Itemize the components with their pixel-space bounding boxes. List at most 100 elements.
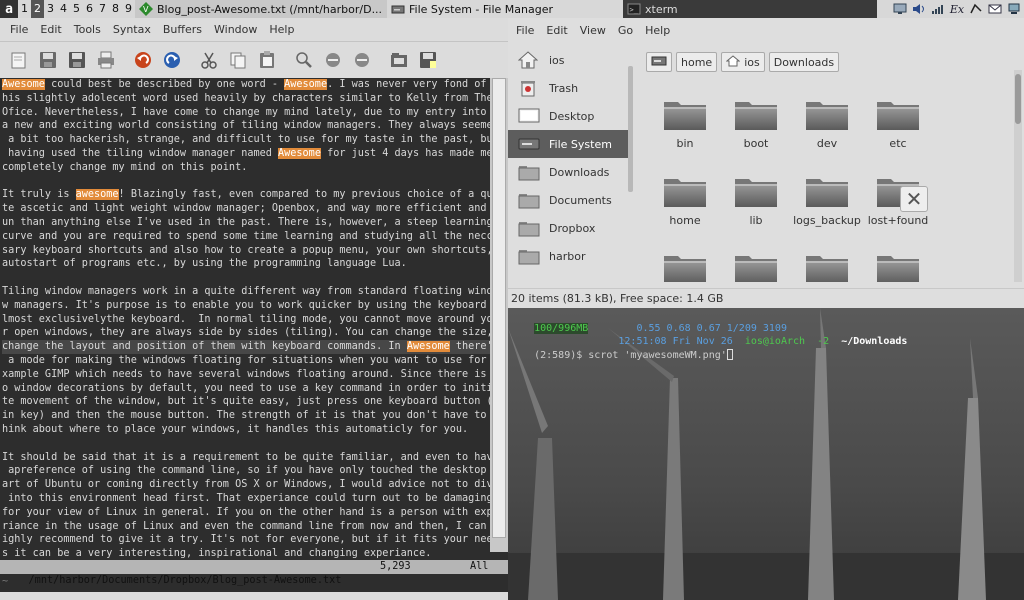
keyboard-icon[interactable]	[968, 2, 984, 17]
tag-1[interactable]: 1	[18, 0, 31, 18]
fm-scrollbar-thumb[interactable]	[1015, 74, 1021, 124]
open-icon[interactable]	[6, 47, 32, 73]
sidebar-item-trash[interactable]: Trash	[508, 74, 630, 102]
path-button-Downloads[interactable]: Downloads	[768, 52, 840, 72]
folder-item[interactable]: logs_backup	[793, 165, 861, 239]
menu-buffers[interactable]: Buffers	[157, 23, 208, 36]
tag-9[interactable]: 9	[122, 0, 135, 18]
fm-menu-go[interactable]: Go	[612, 24, 639, 37]
tag-8[interactable]: 8	[109, 0, 122, 18]
cut-icon[interactable]	[196, 47, 222, 73]
fm-menu-edit[interactable]: Edit	[540, 24, 573, 37]
text-segment: . I was never very fond of t	[327, 79, 490, 90]
text-line: ighly recommend to give it a try. It's n…	[2, 533, 490, 547]
find-next-icon[interactable]	[320, 47, 346, 73]
text-line: o window decorations by default, you nee…	[2, 382, 490, 396]
volume-icon[interactable]	[911, 2, 927, 17]
sidebar-item-downloads[interactable]: Downloads	[508, 158, 630, 186]
task-gvim[interactable]: V Blog_post-Awesome.txt (/mnt/harbor/D..…	[135, 0, 387, 18]
sidebar-item-file-system[interactable]: File System	[508, 130, 630, 158]
menu-window[interactable]: Window	[208, 23, 263, 36]
save-icon[interactable]	[35, 47, 61, 73]
folder-item[interactable]: boot	[723, 88, 789, 162]
text-segment: a mode for making the windows floating f…	[2, 354, 490, 366]
sidebar-item-label: Downloads	[549, 165, 610, 179]
awesome-wibox: a 123456789 V Blog_post-Awesome.txt (/mn…	[0, 0, 1024, 18]
find-prev-icon[interactable]	[349, 47, 375, 73]
vim-scrollbar-thumb[interactable]	[492, 78, 506, 538]
tag-5[interactable]: 5	[70, 0, 83, 18]
text-line: a new and exciting world consisting of t…	[2, 119, 490, 133]
text-line: Awesome could best be described by one w…	[2, 78, 490, 92]
task-file-manager[interactable]: File System - File Manager	[387, 0, 623, 18]
print-icon[interactable]	[93, 47, 119, 73]
folder-icon	[518, 219, 540, 237]
text-line: riance in the usage of Linux and even th…	[2, 520, 490, 534]
sidebar-item-dropbox[interactable]: Dropbox	[508, 214, 630, 242]
folder-item[interactable]: home	[652, 165, 718, 239]
path-button-home[interactable]: home	[676, 52, 718, 72]
script-icon[interactable]: Ex	[949, 2, 965, 17]
menu-file[interactable]: File	[4, 23, 34, 36]
term-command-line[interactable]: (2:589)$ scrot 'myawesomeWM.png'	[510, 338, 733, 372]
folder-icon	[804, 175, 850, 209]
awesome-logo-icon[interactable]: a	[0, 0, 18, 18]
fm-statusbar: 20 items (81.3 kB), Free space: 1.4 GB	[508, 288, 1024, 308]
close-icon[interactable]: ✕	[900, 186, 928, 212]
paste-icon[interactable]	[254, 47, 280, 73]
home-icon	[725, 54, 741, 70]
path-button-ios[interactable]: ios	[721, 52, 765, 72]
tag-4[interactable]: 4	[57, 0, 70, 18]
folder-item[interactable]: etc	[865, 88, 931, 162]
save-session-icon[interactable]	[415, 47, 441, 73]
save-all-icon[interactable]	[64, 47, 90, 73]
vim-scrollbar[interactable]	[490, 78, 508, 552]
folder-item[interactable]	[723, 242, 789, 282]
folder-item[interactable]: dev	[794, 88, 860, 162]
path-button-root[interactable]	[646, 52, 672, 72]
tag-list: 123456789	[18, 0, 135, 18]
text-editor-area[interactable]: Awesome could best be described by one w…	[0, 78, 508, 592]
menu-help[interactable]: Help	[263, 23, 300, 36]
folder-item[interactable]	[865, 242, 931, 282]
tag-2[interactable]: 2	[31, 0, 44, 18]
sidebar-item-desktop[interactable]: Desktop	[508, 102, 630, 130]
monitor-icon[interactable]	[892, 2, 908, 17]
xterm-window[interactable]: 100/996MB 0.55 0.68 0.67 1/209 3109 12:5…	[508, 308, 1024, 600]
tag-6[interactable]: 6	[83, 0, 96, 18]
folder-item[interactable]: bin	[652, 88, 718, 162]
copy-icon[interactable]	[225, 47, 251, 73]
tag-3[interactable]: 3	[44, 0, 57, 18]
menu-tools[interactable]: Tools	[68, 23, 107, 36]
folder-icon	[875, 98, 921, 132]
sidebar-item-harbor[interactable]: harbor	[508, 242, 630, 270]
folder-icon	[518, 163, 540, 181]
fm-scrollbar[interactable]	[1014, 70, 1022, 282]
fm-menu-file[interactable]: File	[510, 24, 540, 37]
network-icon[interactable]	[1006, 2, 1022, 17]
folder-item[interactable]	[652, 242, 718, 282]
redo-icon[interactable]	[159, 47, 185, 73]
text-line: his slightly adolecent word used heavily…	[2, 92, 490, 106]
load-session-icon[interactable]	[386, 47, 412, 73]
menu-edit[interactable]: Edit	[34, 23, 67, 36]
fm-menu-view[interactable]: View	[574, 24, 612, 37]
menu-syntax[interactable]: Syntax	[107, 23, 157, 36]
text-line	[2, 271, 490, 285]
fm-menu-help[interactable]: Help	[639, 24, 676, 37]
folder-item[interactable]	[794, 242, 860, 282]
task-xterm[interactable]: >_ xterm	[623, 0, 877, 18]
text-segment: ighly recommend to give it a try. It's n…	[2, 534, 490, 546]
sidebar-item-documents[interactable]: Documents	[508, 186, 630, 214]
folder-item[interactable]: lib	[723, 165, 789, 239]
find-replace-icon[interactable]	[291, 47, 317, 73]
tag-7[interactable]: 7	[96, 0, 109, 18]
path-label: Downloads	[773, 55, 835, 69]
text-line: for your view of Linux in general. If yo…	[2, 506, 490, 520]
text-segment: there's	[455, 341, 490, 353]
mail-icon[interactable]	[987, 2, 1003, 17]
undo-icon[interactable]	[130, 47, 156, 73]
fm-sidebar-scrollbar[interactable]	[628, 66, 633, 192]
wifi-icon[interactable]	[930, 2, 946, 17]
sidebar-item-ios[interactable]: ios	[508, 46, 630, 74]
